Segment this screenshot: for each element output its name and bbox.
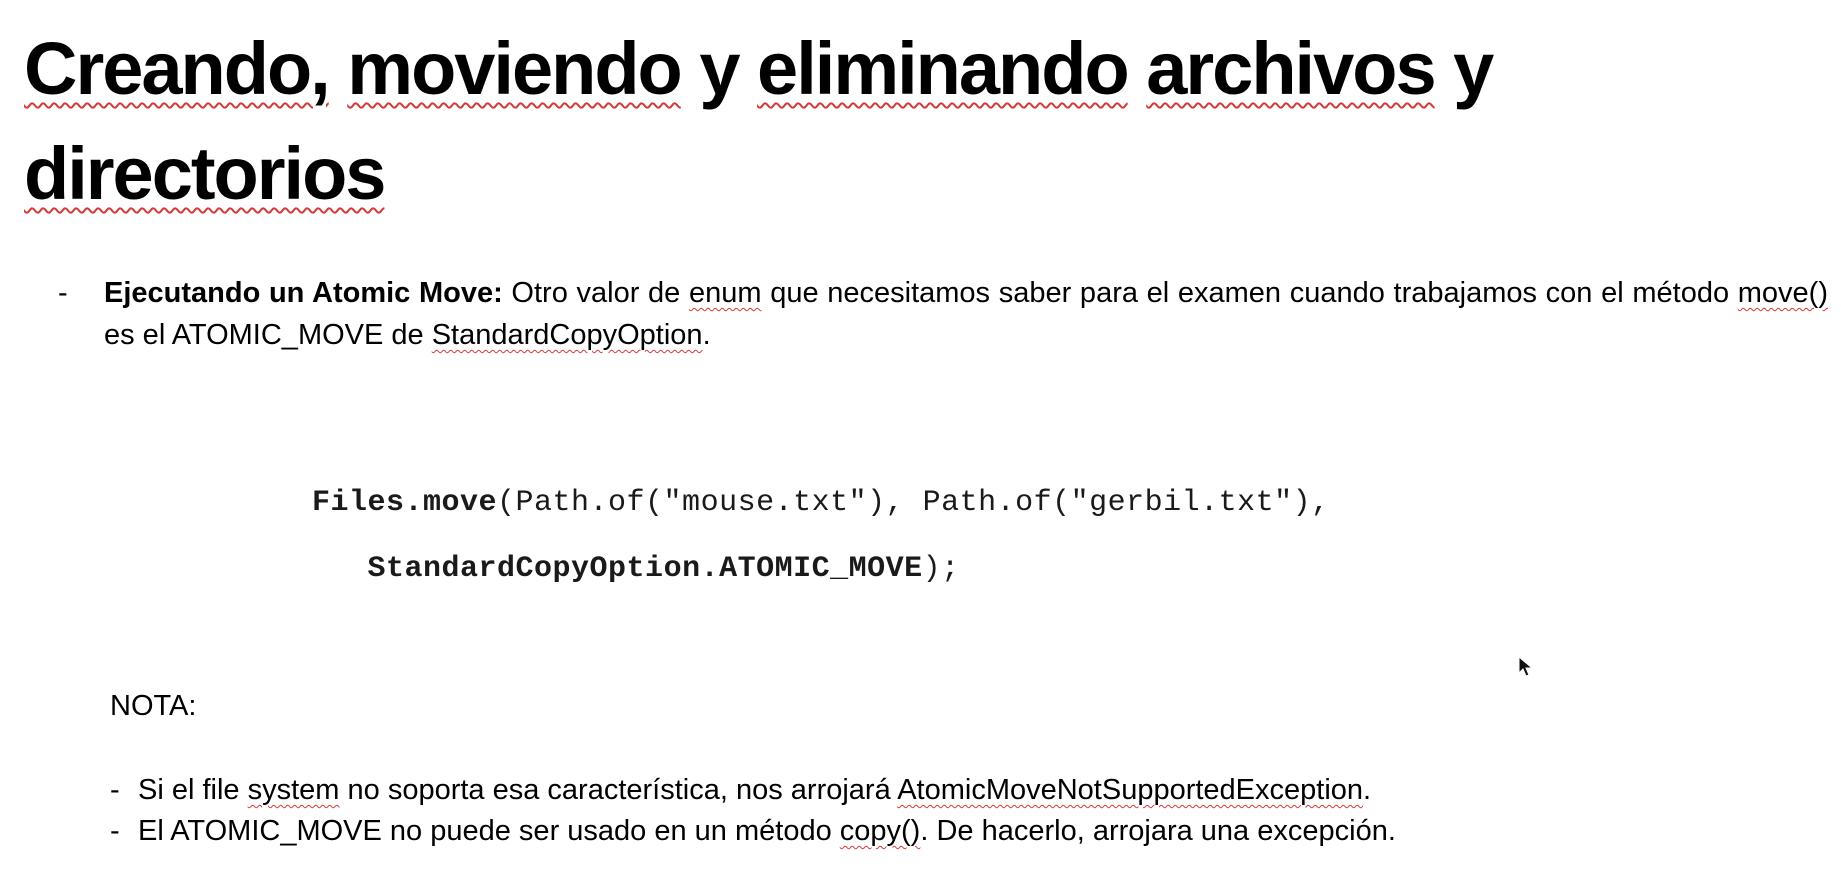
note-text: Si el file xyxy=(138,774,248,806)
note-list: - Si el file system no soporta esa caract… xyxy=(110,770,1396,852)
bullet-atomic-move: - Ejecutando un Atomic Move: Otro valor … xyxy=(58,272,1828,356)
bullet-text: Ejecutando un Atomic Move: Otro valor de… xyxy=(104,272,1828,356)
note-label: NOTA: xyxy=(110,690,197,722)
note-item: - El ATOMIC_MOVE no puede ser usado en un… xyxy=(110,811,1396,852)
title-word: directorios xyxy=(24,132,386,215)
title-word: moviendo xyxy=(347,27,682,110)
note-text: . xyxy=(1363,774,1372,806)
note-text: El ATOMIC_MOVE no puede ser usado en un … xyxy=(138,815,840,847)
code-keyword: Files.move xyxy=(312,486,498,520)
note-item: - Si el file system no soporta esa caract… xyxy=(110,770,1396,811)
title-word: eliminando xyxy=(757,27,1130,110)
slide: Creando, moviendo y eliminando archivos … xyxy=(0,0,1841,893)
note-dash: - xyxy=(110,774,120,806)
move-word: move() xyxy=(1737,277,1828,309)
enum-word: enum xyxy=(688,277,762,309)
code-text: (Path.of("mouse.txt"), Path.of("gerbil.t… xyxy=(497,486,1330,520)
bullet-text-part: . xyxy=(702,319,711,351)
bullet-dash: - xyxy=(58,277,68,309)
bullet-text-part: es el ATOMIC_MOVE de xyxy=(104,319,432,351)
title-word: y xyxy=(699,27,740,110)
note-squig-word: AtomicMoveNotSupportedException xyxy=(897,774,1364,806)
bullet-text-part: que necesitamos saber para el examen cua… xyxy=(761,277,1738,309)
bullet-bold-label: Ejecutando un Atomic Move: xyxy=(104,277,503,309)
code-snippet: Files.move(Path.of("mouse.txt"), Path.of… xyxy=(312,470,1330,602)
title-word: archivos xyxy=(1146,27,1436,110)
class-word: StandardCopyOption xyxy=(431,319,703,351)
code-text: ); xyxy=(922,552,960,586)
note-squig-word: system xyxy=(247,774,340,806)
title-word: y xyxy=(1453,27,1494,110)
slide-title: Creando, moviendo y eliminando archivos … xyxy=(24,16,1804,226)
code-keyword: StandardCopyOption.ATOMIC_MOVE xyxy=(367,552,923,586)
note-text: . De hacerlo, arrojara una excepción. xyxy=(920,815,1396,847)
note-squig-word: copy() xyxy=(839,815,921,847)
title-word: Creando, xyxy=(24,27,331,110)
note-dash: - xyxy=(110,815,120,847)
note-text: no soporta esa característica, nos arroj… xyxy=(339,774,898,806)
bullet-text-part: Otro valor de xyxy=(502,277,689,309)
